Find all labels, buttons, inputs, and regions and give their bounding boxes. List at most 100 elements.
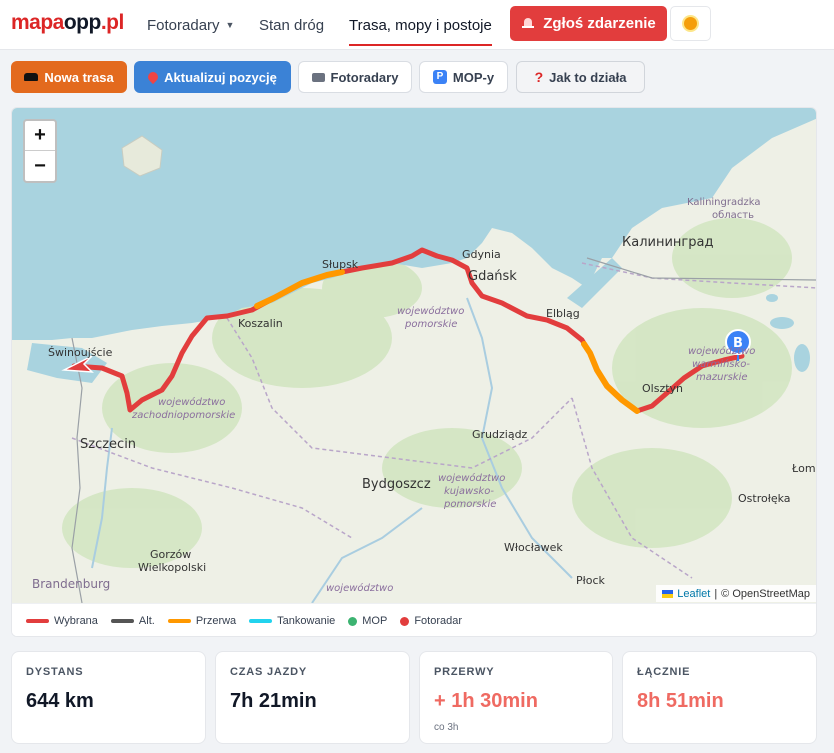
label-gdansk: Gdańsk	[468, 269, 517, 284]
legend-label-fuel: Tankowanie	[277, 615, 336, 627]
attribution-separator: |	[714, 587, 718, 600]
stat-card-total: ŁĄCZNIE 8h 51min	[622, 651, 817, 744]
zoom-in-button[interactable]: +	[25, 121, 55, 151]
update-position-label: Aktualizuj pozycję	[164, 69, 277, 85]
speed-cameras-button[interactable]: Fotoradary	[298, 61, 412, 93]
label-brandenburg: Brandenburg	[32, 577, 110, 591]
legend-label-mop: MOP	[362, 615, 388, 627]
report-incident-label: Zgłoś zdarzenie	[543, 15, 656, 32]
leaflet-link[interactable]: Leaflet	[677, 588, 710, 600]
region-zachodniopomorskie-2: zachodniopomorskie	[131, 410, 235, 421]
nav-fotoradary[interactable]: Fotoradary ▼	[147, 0, 234, 50]
question-icon: ?	[534, 69, 544, 85]
label-gorzow: Gorzów	[150, 548, 191, 561]
stat-label-total: ŁĄCZNIE	[637, 666, 691, 678]
region-bottom: województwo	[326, 582, 393, 594]
legend-item-camera: Fotoradar	[400, 615, 462, 627]
legend-swatch-selected	[26, 619, 49, 623]
label-szczecin: Szczecin	[80, 437, 136, 452]
label-oblast: область	[712, 210, 754, 221]
theme-toggle-button[interactable]	[670, 6, 711, 41]
region-warminsko-3: mazurskie	[696, 372, 748, 383]
region-warminsko-1: województwo	[688, 345, 755, 357]
speed-cameras-label: Fotoradary	[330, 69, 399, 85]
car-icon	[24, 73, 39, 81]
logo-part-mapa: mapa	[11, 11, 64, 34]
legend-label-selected: Wybrana	[54, 615, 98, 627]
stat-value-drive-time: 7h 21min	[230, 690, 317, 712]
sun-icon	[684, 17, 697, 30]
label-kaliningrad-region: Kaliningradzka	[687, 197, 760, 208]
legend-label-camera: Fotoradar	[414, 615, 463, 627]
stat-label-distance: DYSTANS	[26, 666, 84, 678]
map-legend: Wybrana Alt. Przerwa Tankowanie MOP Foto…	[12, 603, 816, 636]
region-warminsko-2: warmińsko-	[692, 358, 750, 370]
label-gdynia: Gdynia	[462, 248, 501, 261]
label-wielkopolski: Wielkopolski	[138, 561, 206, 574]
label-grudziadz: Grudziądz	[472, 428, 528, 441]
ukraine-flag-icon	[662, 589, 674, 598]
route-map[interactable]: B Kaliningradzka область Калининград Gdy…	[12, 108, 817, 603]
stat-card-drive-time: CZAS JAZDY 7h 21min	[215, 651, 410, 744]
region-kujawsko-3: pomorskie	[443, 499, 496, 510]
legend-swatch-alt	[110, 619, 134, 623]
nav-fotoradary-label: Fotoradary	[147, 16, 220, 34]
logo-part-opp: opp	[63, 11, 101, 34]
stat-label-breaks: PRZERWY	[434, 666, 495, 678]
legend-item-selected: Wybrana	[26, 615, 98, 627]
region-pomorskie-1: województwo	[397, 305, 464, 317]
region-kujawsko-2: kujawsko-	[444, 486, 494, 497]
stat-sub-breaks: co 3h	[434, 722, 459, 733]
site-logo[interactable]: mapaopp.pl	[11, 11, 124, 35]
legend-label-break: Przerwa	[195, 615, 237, 627]
label-kaliningrad: Калининград	[622, 235, 713, 250]
nav-stan-drog-label: Stan dróg	[259, 16, 325, 34]
siren-icon	[521, 15, 535, 33]
logo-part-pl: .pl	[100, 11, 125, 34]
parking-icon: P	[432, 70, 447, 84]
map-card: B Kaliningradzka область Калининград Gdy…	[11, 107, 817, 637]
legend-item-fuel: Tankowanie	[249, 615, 335, 627]
legend-swatch-break	[167, 619, 191, 623]
label-koszalin: Koszalin	[238, 317, 283, 330]
camera-icon	[311, 72, 325, 82]
legend-swatch-mop	[348, 616, 358, 626]
stat-value-breaks: + 1h 30min	[434, 690, 538, 712]
label-lom: Łom	[791, 462, 816, 475]
label-plock: Płock	[576, 574, 606, 587]
help-button[interactable]: ? Jak to działa	[516, 61, 645, 93]
stat-value-total: 8h 51min	[637, 690, 724, 712]
legend-swatch-fuel	[249, 619, 273, 623]
region-kujawsko-1: województwo	[438, 472, 505, 484]
mop-label: MOP-y	[452, 69, 495, 85]
legend-item-mop: MOP	[348, 615, 387, 627]
nav-trasa-label: Trasa, mopy i postoje	[349, 16, 492, 34]
legend-label-alt: Alt.	[138, 615, 155, 627]
osm-attribution[interactable]: © OpenStreetMap	[721, 588, 810, 600]
label-ostroleka: Ostrołęka	[738, 492, 791, 505]
mop-button[interactable]: P MOP-y	[419, 61, 508, 93]
nav-trasa-active[interactable]: Trasa, mopy i postoje	[349, 0, 492, 50]
chevron-down-icon: ▼	[225, 20, 235, 30]
label-elblag: Elbląg	[546, 307, 580, 320]
nav-stan-drog[interactable]: Stan dróg	[259, 0, 324, 50]
label-bydgoszcz: Bydgoszcz	[362, 477, 431, 492]
region-zachodniopomorskie-1: województwo	[158, 396, 225, 408]
new-route-label: Nowa trasa	[44, 69, 114, 85]
zoom-out-button[interactable]: −	[25, 151, 55, 181]
pin-icon	[146, 69, 161, 85]
legend-item-break: Przerwa	[167, 615, 237, 627]
stat-card-distance: DYSTANS 644 km	[11, 651, 206, 744]
report-incident-button[interactable]: Zgłoś zdarzenie	[510, 6, 667, 41]
new-route-button[interactable]: Nowa trasa	[11, 61, 127, 93]
zoom-control: + −	[23, 119, 57, 183]
update-position-button[interactable]: Aktualizuj pozycję	[134, 61, 291, 93]
stat-label-drive-time: CZAS JAZDY	[230, 666, 308, 678]
stat-card-breaks: PRZERWY + 1h 30min co 3h	[419, 651, 613, 744]
help-label: Jak to działa	[549, 69, 627, 85]
top-header: mapaopp.pl Fotoradary ▼ Stan dróg Trasa,…	[0, 0, 834, 50]
label-swinoujscie: Świnoujście	[48, 346, 113, 359]
label-wloclawek: Włocławek	[504, 541, 563, 554]
legend-item-alt: Alt.	[110, 615, 155, 627]
stat-value-distance: 644 km	[26, 690, 94, 712]
